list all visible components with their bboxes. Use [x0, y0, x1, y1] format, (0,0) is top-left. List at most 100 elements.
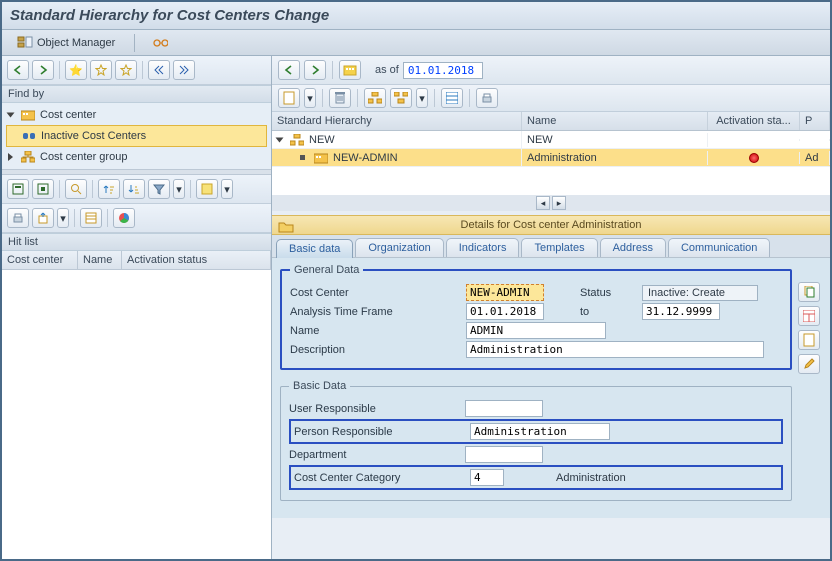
export-button[interactable]: [32, 208, 54, 228]
col-p[interactable]: P: [800, 112, 830, 130]
tab-organization[interactable]: Organization: [355, 238, 443, 257]
basic-data-panel: General Data Cost Center Status Inactive…: [272, 258, 830, 518]
glasses-button[interactable]: [147, 32, 173, 54]
tab-indicators[interactable]: Indicators: [446, 238, 520, 257]
delete-button[interactable]: [329, 88, 351, 108]
sort-asc-button[interactable]: [98, 179, 120, 199]
user-responsible-input[interactable]: [465, 400, 543, 417]
side-clipboard-button[interactable]: [798, 330, 820, 350]
nav-forward-button[interactable]: [32, 60, 54, 80]
chart-button[interactable]: [113, 208, 135, 228]
tab-basic-data[interactable]: Basic data: [276, 239, 353, 258]
print-button[interactable]: [476, 88, 498, 108]
row-p: Ad: [805, 152, 818, 164]
create-button[interactable]: [278, 88, 300, 108]
binoculars-icon: [21, 128, 37, 144]
folder-icon: [278, 218, 294, 234]
find-by-tree: Cost center Inactive Cost Centers Cost c…: [2, 103, 271, 169]
lbl-status: Status: [580, 287, 634, 299]
description-input[interactable]: [466, 341, 764, 358]
department-input[interactable]: [465, 446, 543, 463]
time-frame-from-input[interactable]: [466, 303, 544, 320]
find-by-header: Find by: [2, 85, 271, 103]
lbl-description: Description: [290, 344, 458, 356]
general-data-legend: General Data: [290, 264, 363, 276]
hit-col-cc[interactable]: Cost center: [2, 251, 78, 269]
side-action-column: [798, 264, 822, 508]
hierarchy-row-new-admin[interactable]: NEW-ADMIN Administration Ad: [272, 149, 830, 167]
side-edit-button[interactable]: [798, 354, 820, 374]
scroll-right-icon[interactable]: ▸: [552, 196, 566, 210]
lbl-cc-category: Cost Center Category: [294, 472, 462, 484]
fav-list-button[interactable]: [90, 60, 112, 80]
expand-icon: [276, 137, 284, 142]
sum-button[interactable]: [196, 179, 218, 199]
hierarchy-add-button[interactable]: [364, 88, 386, 108]
object-manager-button[interactable]: Object Manager: [10, 32, 122, 54]
nav-forward-button[interactable]: [304, 60, 326, 80]
export-menu-button[interactable]: ▾: [57, 208, 69, 228]
find-by-label: Find by: [8, 88, 44, 100]
scroll-left-icon[interactable]: ◂: [536, 196, 550, 210]
tree-cost-center-group[interactable]: Cost center group: [6, 147, 267, 167]
status-value: Inactive: Create: [642, 285, 758, 301]
lbl-name: Name: [290, 325, 458, 337]
layout-button[interactable]: [80, 208, 102, 228]
sort-desc-button[interactable]: [123, 179, 145, 199]
basic-data-group: Basic Data User Responsible Person Respo…: [280, 380, 792, 501]
left-pane: ⭐ Find by Cost center Inactive Cost Cent…: [2, 56, 272, 559]
person-responsible-input[interactable]: [470, 423, 610, 440]
hierarchy-row-new[interactable]: NEW NEW: [272, 131, 830, 149]
details-header-text: Details for Cost center Administration: [461, 219, 642, 231]
fav-up-button[interactable]: [115, 60, 137, 80]
tab-address[interactable]: Address: [600, 238, 666, 257]
grid-horizontal-scrollbar[interactable]: ◂ ▸: [272, 195, 830, 211]
tab-communication[interactable]: Communication: [668, 238, 770, 257]
hit-col-name[interactable]: Name: [78, 251, 122, 269]
hierarchy-menu-button[interactable]: ▾: [416, 88, 428, 108]
hist-next-button[interactable]: [173, 60, 195, 80]
sep: [92, 180, 93, 198]
tree-inactive-cost-centers[interactable]: Inactive Cost Centers: [6, 125, 267, 147]
col-hierarchy[interactable]: Standard Hierarchy: [272, 112, 522, 130]
lbl-department: Department: [289, 449, 457, 461]
search-button[interactable]: [65, 179, 87, 199]
hierarchy-sub-button[interactable]: [390, 88, 412, 108]
col-name[interactable]: Name: [522, 112, 708, 130]
hist-prev-button[interactable]: [148, 60, 170, 80]
name-input[interactable]: [466, 322, 606, 339]
sep: [74, 209, 75, 227]
right-nav-row: as of: [272, 56, 830, 85]
side-layout-button[interactable]: [798, 306, 820, 326]
grid-toggle-button[interactable]: [441, 88, 463, 108]
fav-add-button[interactable]: ⭐: [65, 60, 87, 80]
object-manager-icon: [17, 35, 33, 51]
hit-list-label: Hit list: [8, 236, 38, 248]
cost-center-input[interactable]: [466, 284, 544, 301]
lbl-time-frame: Analysis Time Frame: [290, 306, 458, 318]
tab-templates[interactable]: Templates: [521, 238, 597, 257]
hitlist-toolbar-2: ▾: [2, 204, 271, 233]
expand-icon: [7, 113, 15, 118]
side-copy-button[interactable]: [798, 282, 820, 302]
create-menu-button[interactable]: ▾: [304, 88, 316, 108]
find-button[interactable]: [7, 179, 29, 199]
time-frame-to-input[interactable]: [642, 303, 720, 320]
period-button[interactable]: [339, 60, 361, 80]
tree-cost-center[interactable]: Cost center: [6, 105, 267, 125]
nav-back-button[interactable]: [278, 60, 300, 80]
filter-menu-button[interactable]: ▾: [173, 179, 185, 199]
refresh-button[interactable]: [32, 179, 54, 199]
cc-category-code-input[interactable]: [470, 469, 504, 486]
filter-button[interactable]: [148, 179, 170, 199]
print-button[interactable]: [7, 208, 29, 228]
hit-col-status[interactable]: Activation status: [122, 251, 271, 269]
detail-tabs: Basic data Organization Indicators Templ…: [272, 235, 830, 258]
hit-list-columns: Cost center Name Activation status: [2, 251, 271, 270]
nav-back-button[interactable]: [7, 60, 29, 80]
cost-center-icon: [20, 107, 36, 123]
glasses-icon: [152, 35, 168, 51]
col-activation-status[interactable]: Activation sta...: [708, 112, 800, 130]
sum-menu-button[interactable]: ▾: [221, 179, 233, 199]
as-of-date-input[interactable]: [403, 62, 483, 79]
